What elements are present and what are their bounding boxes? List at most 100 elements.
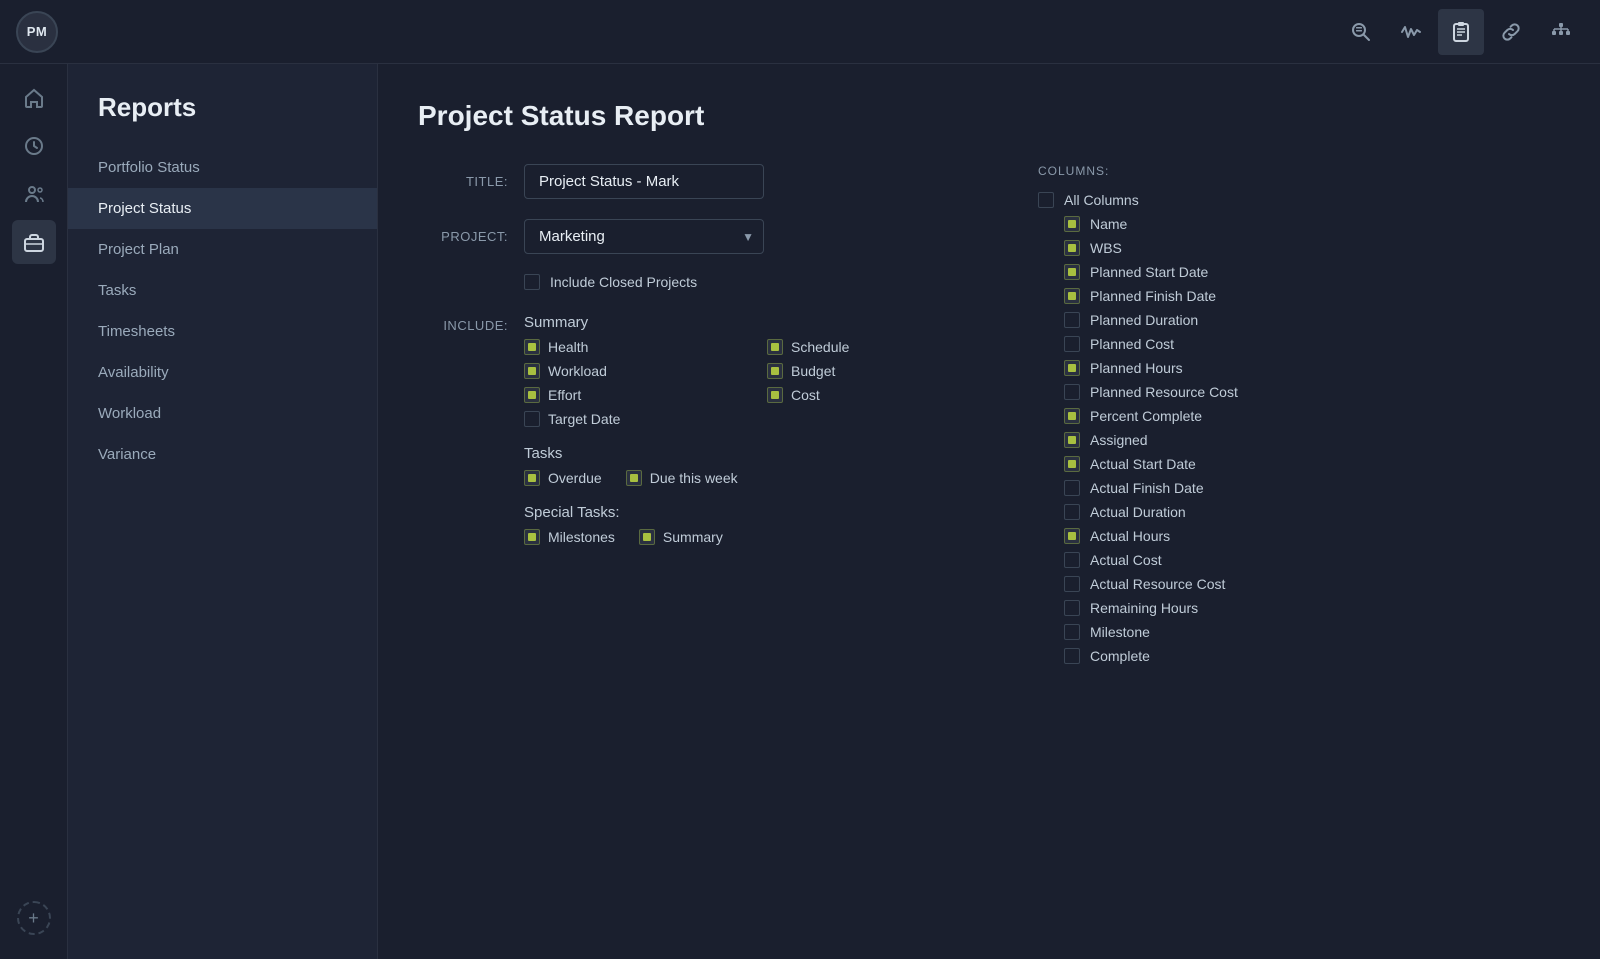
col-planned-start-checkbox[interactable] bbox=[1064, 264, 1080, 280]
col-planned-resource-cost-label: Planned Resource Cost bbox=[1090, 384, 1238, 400]
column-remaining-hours[interactable]: Remaining Hours bbox=[1038, 600, 1450, 616]
col-actual-cost-label: Actual Cost bbox=[1090, 552, 1162, 568]
col-milestone-checkbox[interactable] bbox=[1064, 624, 1080, 640]
sidebar-item-timesheets[interactable]: Timesheets bbox=[68, 311, 377, 352]
column-name[interactable]: Name bbox=[1038, 216, 1450, 232]
column-planned-cost[interactable]: Planned Cost bbox=[1038, 336, 1450, 352]
project-row: PROJECT: Marketing Engineering Design Sa… bbox=[418, 219, 978, 254]
col-planned-cost-checkbox[interactable] bbox=[1064, 336, 1080, 352]
hierarchy-toolbar-btn[interactable] bbox=[1538, 9, 1584, 55]
col-planned-cost-label: Planned Cost bbox=[1090, 336, 1174, 352]
overdue-label: Overdue bbox=[548, 470, 602, 486]
clipboard-toolbar-btn[interactable] bbox=[1438, 9, 1484, 55]
col-complete-checkbox[interactable] bbox=[1064, 648, 1080, 664]
summary-checkbox[interactable] bbox=[639, 529, 655, 545]
col-name-checkbox[interactable] bbox=[1064, 216, 1080, 232]
col-actual-resource-cost-checkbox[interactable] bbox=[1064, 576, 1080, 592]
schedule-label: Schedule bbox=[791, 339, 849, 355]
special-tasks-group-title: Special Tasks: bbox=[524, 504, 978, 521]
sidebar-title: Reports bbox=[68, 92, 377, 147]
include-overdue-item: Overdue bbox=[524, 470, 602, 486]
col-wbs-checkbox[interactable] bbox=[1064, 240, 1080, 256]
col-remaining-hours-checkbox[interactable] bbox=[1064, 600, 1080, 616]
column-planned-hours[interactable]: Planned Hours bbox=[1038, 360, 1450, 376]
target-date-label: Target Date bbox=[548, 411, 620, 427]
nav-home[interactable] bbox=[12, 76, 56, 120]
columns-scroll-area: All Columns Name WBS bbox=[1038, 192, 1458, 664]
col-actual-duration-checkbox[interactable] bbox=[1064, 504, 1080, 520]
column-planned-duration[interactable]: Planned Duration bbox=[1038, 312, 1450, 328]
column-actual-finish-date[interactable]: Actual Finish Date bbox=[1038, 480, 1450, 496]
column-planned-resource-cost[interactable]: Planned Resource Cost bbox=[1038, 384, 1450, 400]
sidebar-menu: Portfolio Status Project Status Project … bbox=[68, 147, 377, 475]
column-actual-resource-cost[interactable]: Actual Resource Cost bbox=[1038, 576, 1450, 592]
column-complete[interactable]: Complete bbox=[1038, 648, 1450, 664]
column-actual-start-date[interactable]: Actual Start Date bbox=[1038, 456, 1450, 472]
column-planned-start-date[interactable]: Planned Start Date bbox=[1038, 264, 1450, 280]
column-actual-hours[interactable]: Actual Hours bbox=[1038, 528, 1450, 544]
sidebar: Reports Portfolio Status Project Status … bbox=[68, 64, 378, 959]
col-planned-duration-label: Planned Duration bbox=[1090, 312, 1198, 328]
waveform-toolbar-btn[interactable] bbox=[1388, 9, 1434, 55]
column-actual-cost[interactable]: Actual Cost bbox=[1038, 552, 1450, 568]
col-percent-complete-label: Percent Complete bbox=[1090, 408, 1202, 424]
col-planned-finish-checkbox[interactable] bbox=[1064, 288, 1080, 304]
sidebar-item-availability[interactable]: Availability bbox=[68, 352, 377, 393]
sidebar-item-tasks[interactable]: Tasks bbox=[68, 270, 377, 311]
tasks-group-title: Tasks bbox=[524, 445, 978, 462]
col-planned-start-label: Planned Start Date bbox=[1090, 264, 1208, 280]
col-assigned-checkbox[interactable] bbox=[1064, 432, 1080, 448]
nav-team[interactable] bbox=[12, 172, 56, 216]
include-closed-checkbox[interactable] bbox=[524, 274, 540, 290]
search-toolbar-btn[interactable] bbox=[1338, 9, 1384, 55]
col-planned-resource-cost-checkbox[interactable] bbox=[1064, 384, 1080, 400]
nav-clock[interactable] bbox=[12, 124, 56, 168]
project-select[interactable]: Marketing Engineering Design Sales bbox=[524, 219, 764, 254]
column-assigned[interactable]: Assigned bbox=[1038, 432, 1450, 448]
col-actual-cost-checkbox[interactable] bbox=[1064, 552, 1080, 568]
title-input[interactable] bbox=[524, 164, 764, 199]
page-title: Project Status Report bbox=[418, 100, 1560, 132]
summary-label: Summary bbox=[663, 529, 723, 545]
milestones-checkbox[interactable] bbox=[524, 529, 540, 545]
overdue-checkbox[interactable] bbox=[524, 470, 540, 486]
col-percent-complete-checkbox[interactable] bbox=[1064, 408, 1080, 424]
sidebar-item-project-plan[interactable]: Project Plan bbox=[68, 229, 377, 270]
due-this-week-checkbox[interactable] bbox=[626, 470, 642, 486]
sidebar-item-portfolio-status[interactable]: Portfolio Status bbox=[68, 147, 377, 188]
title-row: TITLE: bbox=[418, 164, 978, 199]
toolbar-icons bbox=[1338, 9, 1584, 55]
target-date-checkbox[interactable] bbox=[524, 411, 540, 427]
form-left: TITLE: PROJECT: Marketing Engineering De… bbox=[418, 164, 978, 569]
include-budget-item: Budget bbox=[767, 363, 978, 379]
sidebar-item-project-status[interactable]: Project Status bbox=[68, 188, 377, 229]
schedule-checkbox[interactable] bbox=[767, 339, 783, 355]
column-percent-complete[interactable]: Percent Complete bbox=[1038, 408, 1450, 424]
workload-checkbox[interactable] bbox=[524, 363, 540, 379]
health-checkbox[interactable] bbox=[524, 339, 540, 355]
add-nav-btn[interactable]: + bbox=[17, 901, 51, 935]
all-columns-checkbox[interactable] bbox=[1038, 192, 1054, 208]
cost-checkbox[interactable] bbox=[767, 387, 783, 403]
sidebar-item-workload[interactable]: Workload bbox=[68, 393, 377, 434]
col-actual-hours-label: Actual Hours bbox=[1090, 528, 1170, 544]
sidebar-item-variance[interactable]: Variance bbox=[68, 434, 377, 475]
columns-label: COLUMNS: bbox=[1038, 164, 1458, 178]
nav-briefcase[interactable] bbox=[12, 220, 56, 264]
col-planned-duration-checkbox[interactable] bbox=[1064, 312, 1080, 328]
column-actual-duration[interactable]: Actual Duration bbox=[1038, 504, 1450, 520]
health-label: Health bbox=[548, 339, 588, 355]
col-actual-start-checkbox[interactable] bbox=[1064, 456, 1080, 472]
col-planned-hours-checkbox[interactable] bbox=[1064, 360, 1080, 376]
effort-checkbox[interactable] bbox=[524, 387, 540, 403]
column-all-columns[interactable]: All Columns bbox=[1038, 192, 1450, 208]
budget-checkbox[interactable] bbox=[767, 363, 783, 379]
column-milestone[interactable]: Milestone bbox=[1038, 624, 1450, 640]
column-wbs[interactable]: WBS bbox=[1038, 240, 1450, 256]
include-closed-row: Include Closed Projects bbox=[524, 274, 978, 290]
column-planned-finish-date[interactable]: Planned Finish Date bbox=[1038, 288, 1450, 304]
col-actual-hours-checkbox[interactable] bbox=[1064, 528, 1080, 544]
link-toolbar-btn[interactable] bbox=[1488, 9, 1534, 55]
col-actual-finish-checkbox[interactable] bbox=[1064, 480, 1080, 496]
app-logo[interactable]: PM bbox=[16, 11, 58, 53]
